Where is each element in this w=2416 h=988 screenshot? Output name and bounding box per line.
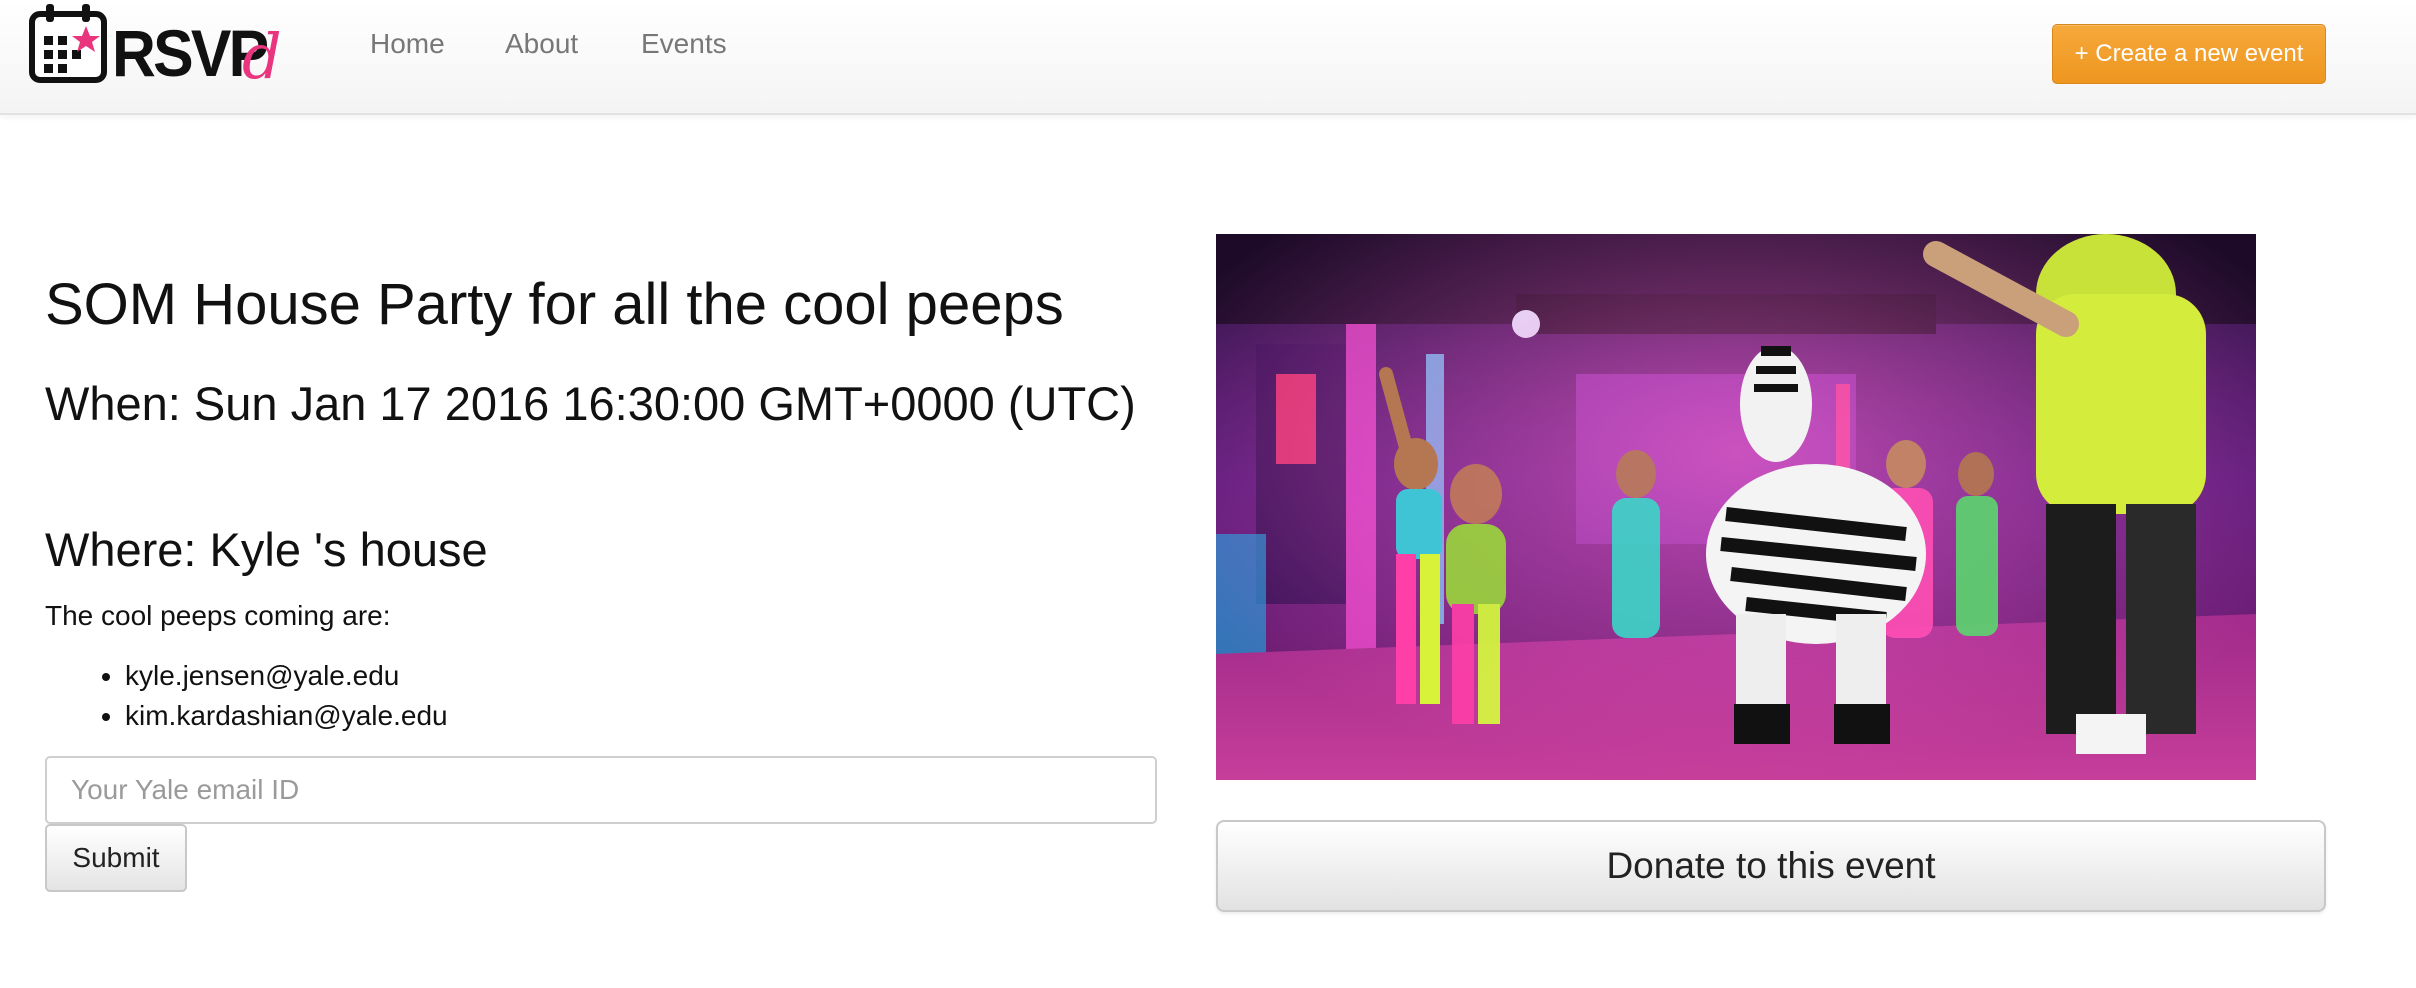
- attendee-item: kyle.jensen@yale.edu: [125, 656, 448, 696]
- submit-button[interactable]: Submit: [45, 824, 187, 892]
- nav-link-home[interactable]: Home: [370, 26, 445, 62]
- donate-button[interactable]: Donate to this event: [1216, 820, 2326, 912]
- brand-logo[interactable]: RSVP d: [28, 0, 282, 90]
- attendee-list: kyle.jensen@yale.edu kim.kardashian@yale…: [45, 656, 448, 736]
- nav-link-about[interactable]: About: [505, 26, 578, 62]
- attendee-item: kim.kardashian@yale.edu: [125, 696, 448, 736]
- event-when: When: Sun Jan 17 2016 16:30:00 GMT+0000 …: [45, 377, 1136, 430]
- brand-suffix: d: [242, 20, 282, 93]
- top-navbar: RSVP d Home About Events + Create a new …: [0, 0, 2416, 115]
- event-image: [1216, 234, 2256, 780]
- attendees-label: The cool peeps coming are:: [45, 600, 391, 631]
- email-input[interactable]: [45, 756, 1157, 824]
- party-photo: [1216, 234, 2256, 780]
- nav-link-events[interactable]: Events: [641, 26, 727, 62]
- event-title: SOM House Party for all the cool peeps: [45, 272, 1064, 337]
- calendar-star-icon: [29, 4, 107, 83]
- create-event-button[interactable]: + Create a new event: [2052, 24, 2326, 84]
- event-where: Where: Kyle 's house: [45, 523, 488, 576]
